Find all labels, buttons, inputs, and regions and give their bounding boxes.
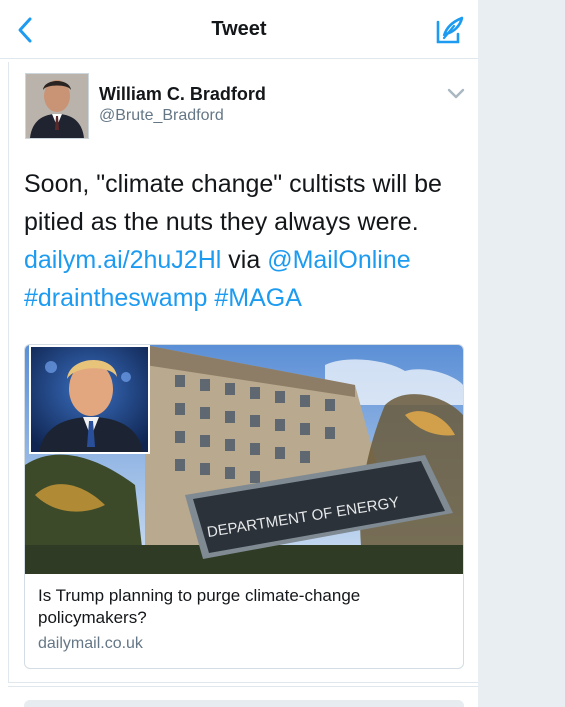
tweet-via: via [221, 246, 268, 274]
card-domain: dailymail.co.uk [38, 635, 143, 652]
avatar[interactable] [25, 73, 89, 139]
hashtag-link-1[interactable]: #draintheswamp [24, 284, 207, 312]
right-gutter [478, 0, 565, 707]
link-preview-card[interactable]: DEPARTMENT OF ENERGY Is Trump planning t… [24, 344, 464, 669]
author-handle[interactable]: @Brute_Bradford [99, 107, 224, 125]
divider [8, 686, 478, 687]
compose-feather-icon [436, 16, 464, 44]
chevron-down-icon [447, 88, 465, 99]
tweet-detail-panel: Tweet William C. Bradford @Brute_Bradfor… [0, 0, 478, 707]
compose-tweet-button[interactable] [434, 14, 466, 46]
author-name[interactable]: William C. Bradford [99, 84, 266, 105]
tweet-menu-button[interactable] [446, 86, 466, 102]
hashtag-link-2[interactable]: #MAGA [214, 284, 302, 312]
reply-bar[interactable] [24, 700, 464, 707]
page-title: Tweet [211, 18, 267, 40]
tweet-text: Soon, "climate change" cultists will be … [24, 165, 464, 317]
tweet-body: Soon, "climate change" cultists will be … [24, 170, 442, 236]
tweet-link[interactable]: dailym.ai/2huJ2Hl [24, 246, 221, 274]
mention-link[interactable]: @MailOnline [267, 246, 410, 274]
inset-portrait [29, 345, 150, 454]
top-navigation-bar: Tweet [0, 0, 478, 59]
card-title: Is Trump planning to purge climate-chang… [38, 586, 361, 627]
